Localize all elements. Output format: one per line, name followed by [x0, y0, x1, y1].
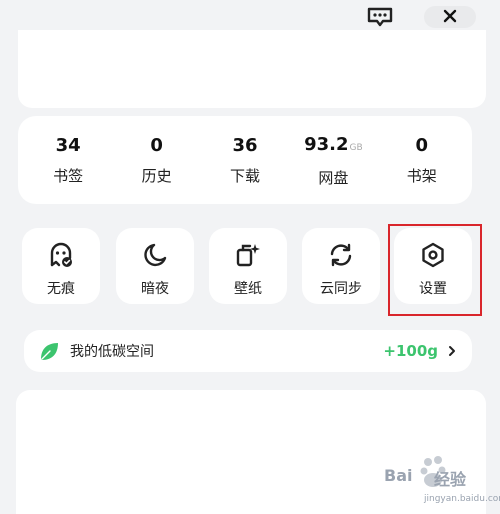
tool-label: 无痕: [47, 281, 75, 297]
stat-bookmarks[interactable]: 34 书签: [28, 134, 108, 186]
sync-icon: [330, 243, 352, 267]
stat-history[interactable]: 0 历史: [117, 134, 197, 186]
stat-label: 网盘: [318, 168, 349, 187]
watermark-mark: 经验: [434, 470, 467, 489]
low-carbon-space-link[interactable]: 我的低碳空间 +100g: [24, 330, 472, 372]
tool-label: 壁纸: [234, 281, 262, 297]
stat-cloud-drive[interactable]: 93.2 GB 网盘: [293, 133, 373, 188]
stat-label: 下载: [229, 167, 260, 185]
stat-label: 书架: [406, 167, 437, 185]
top-bar: [0, 0, 500, 30]
close-icon[interactable]: [442, 8, 458, 24]
stat-label: 历史: [141, 167, 172, 185]
stat-label: 书签: [53, 167, 84, 185]
tool-incognito-button[interactable]: 无痕: [22, 228, 100, 304]
tool-label: 云同步: [320, 281, 362, 297]
wallpaper-icon: [236, 244, 260, 267]
tool-label: 暗夜: [141, 281, 169, 297]
chevron-right-icon: [449, 346, 455, 356]
carbon-value: +100g: [383, 342, 438, 360]
blank-card-top: [18, 30, 486, 108]
watermark-url: jingyan.baidu.com: [424, 494, 500, 504]
stat-value: 0: [150, 135, 163, 156]
carbon-title: 我的低碳空间: [70, 344, 154, 360]
moon-icon: [144, 243, 167, 267]
stat-value: 0: [415, 135, 429, 156]
highlight-box: [388, 224, 482, 316]
tool-dark-mode-button[interactable]: 暗夜: [116, 228, 194, 304]
watermark-brand: Bai: [384, 466, 413, 485]
stat-value: 36: [232, 135, 258, 156]
stat-value: 34: [55, 135, 81, 156]
leaf-icon: [41, 343, 58, 360]
tool-cloud-sync-button[interactable]: 云同步: [302, 228, 380, 304]
tool-wallpaper-button[interactable]: 壁纸: [209, 228, 287, 304]
message-icon[interactable]: [366, 6, 394, 28]
ghost-icon: [50, 242, 72, 267]
stat-downloads[interactable]: 36 下载: [205, 134, 285, 186]
stat-unit: GB: [349, 142, 363, 153]
stat-value: 93.2 GB: [304, 133, 363, 160]
stats-card: 34 书签 0 历史 36 下载 93.2 GB 网盘 0 书架: [18, 116, 472, 204]
stat-bookshelf[interactable]: 0 书架: [382, 134, 462, 186]
